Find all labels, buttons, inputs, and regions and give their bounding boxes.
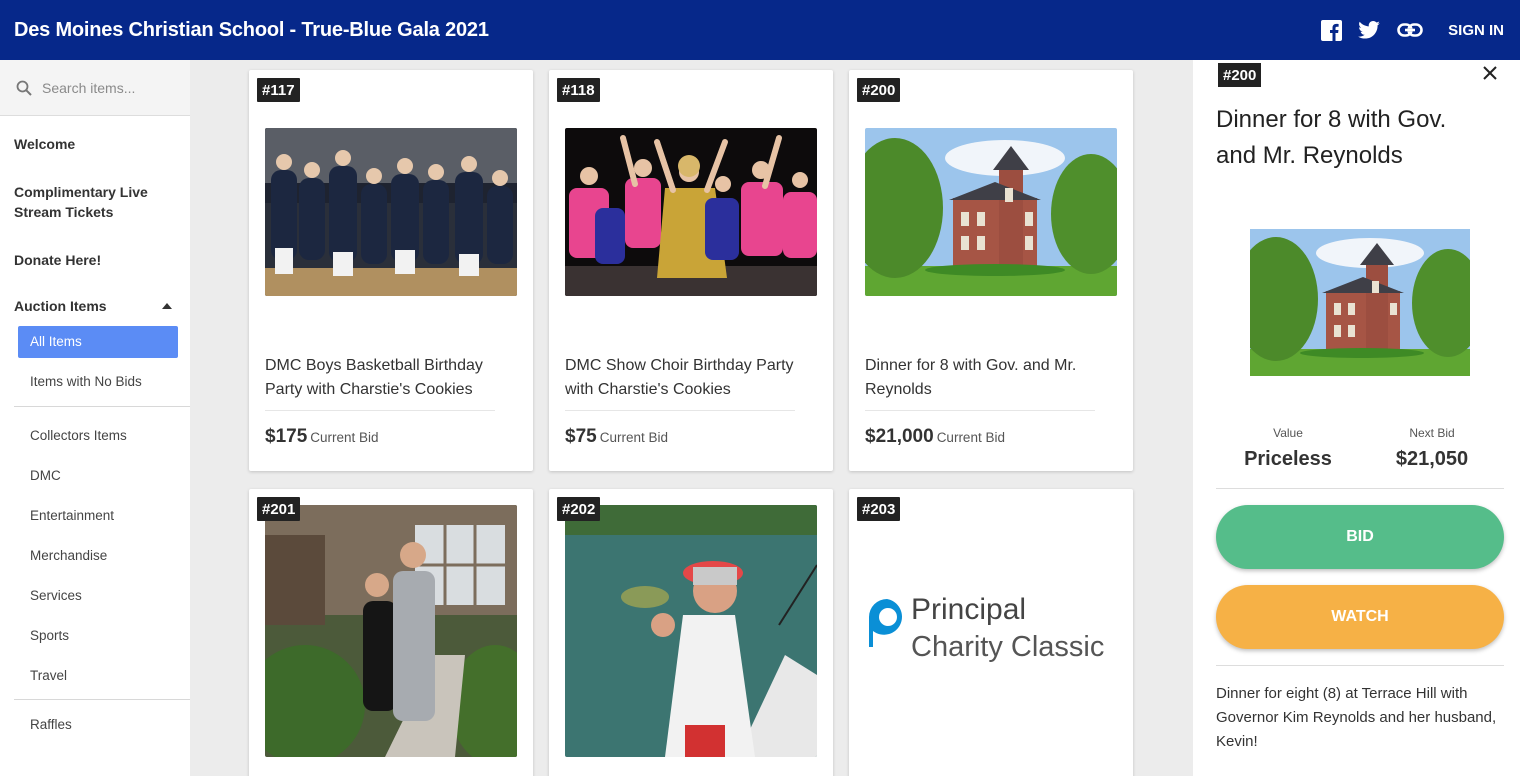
item-number-badge: #118 (557, 78, 600, 102)
nav-category-dmc[interactable]: DMC (0, 456, 190, 496)
current-bid: $21,000 Current Bid (865, 426, 1005, 448)
item-photo-terrace-hill (865, 128, 1117, 296)
bid-amount: $75 (565, 426, 597, 447)
item-card[interactable]: #200 Dinner for 8 with Gov. and Mr. Reyn… (849, 70, 1133, 471)
item-number-badge: #117 (257, 78, 300, 102)
nav-category-sports[interactable]: Sports (0, 616, 190, 656)
nav-welcome[interactable]: Welcome (0, 134, 190, 154)
card-divider (265, 410, 495, 411)
twitter-icon[interactable] (1358, 19, 1380, 41)
facebook-icon[interactable] (1320, 19, 1342, 41)
item-number-badge: #201 (257, 497, 301, 521)
nav-live-stream-tickets[interactable]: Complimentary Live Stream Tickets (0, 182, 190, 222)
item-card[interactable]: #117 DMC Boys Basketball Birthday Party … (249, 70, 533, 471)
item-card[interactable]: #202 (549, 489, 833, 776)
nav-raffles[interactable]: Raffles (0, 700, 190, 744)
nav-all-items[interactable]: All Items (18, 326, 178, 358)
item-grid: #117 DMC Boys Basketball Birthday Party … (190, 60, 1193, 776)
item-number-badge: #203 (857, 497, 901, 521)
event-title: Des Moines Christian School - True-Blue … (14, 18, 489, 41)
next-bid-stat: Next Bid $21,050 (1372, 426, 1492, 471)
caret-up-icon (162, 303, 172, 309)
sign-in-button[interactable]: SIGN IN (1448, 22, 1504, 39)
search-icon (16, 80, 32, 96)
item-number-badge: #202 (557, 497, 601, 521)
bid-amount: $175 (265, 426, 308, 447)
principal-logo-line1: Principal (911, 593, 1027, 626)
principal-logo-line2: Charity Classic (911, 631, 1105, 663)
bid-label: Current Bid (936, 430, 1005, 445)
item-photo-basketball-team (265, 128, 517, 296)
principal-logo: Principal Charity Classic (867, 593, 1117, 683)
item-number-badge: #200 (857, 78, 901, 102)
current-bid: $75 Current Bid (565, 426, 668, 448)
panel-divider (1216, 488, 1504, 489)
item-title: Dinner for 8 with Gov. and Mr. Reynolds (865, 357, 1077, 398)
item-description: Dinner for eight (8) at Terrace Hill wit… (1216, 685, 1497, 750)
nav-category-merchandise[interactable]: Merchandise (0, 536, 190, 576)
sidebar: Welcome Complimentary Live Stream Ticket… (0, 60, 190, 776)
nav-auction-items[interactable]: Auction Items (0, 298, 190, 314)
search-bar (0, 60, 190, 116)
search-input[interactable] (42, 79, 182, 96)
next-bid-amount: $21,050 (1395, 448, 1469, 470)
value-amount: Priceless (1244, 448, 1332, 470)
detail-item-number-badge: #200 (1218, 63, 1262, 87)
value-label: Value (1273, 426, 1303, 440)
item-photo-couple (265, 505, 517, 757)
item-card[interactable]: #201 (249, 489, 533, 776)
item-title: DMC Boys Basketball Birthday Party with … (265, 357, 483, 398)
bid-button[interactable]: BID (1216, 505, 1504, 569)
card-divider (565, 410, 795, 411)
detail-photo-terrace-hill (1250, 229, 1470, 376)
next-bid-label: Next Bid (1409, 426, 1455, 440)
item-card[interactable]: #203 Principal Charity Classic (849, 489, 1133, 776)
nav-donate[interactable]: Donate Here! (0, 250, 190, 270)
bid-label: Current Bid (599, 430, 668, 445)
nav-category-collectors[interactable]: Collectors Items (0, 416, 190, 456)
detail-title: Dinner for 8 with Gov. and Mr. Reynolds (1216, 106, 1447, 169)
value-stat: Value Priceless (1228, 426, 1348, 471)
item-photo-show-choir (565, 128, 817, 296)
nav-items-no-bids[interactable]: Items with No Bids (0, 366, 190, 398)
bid-label: Current Bid (310, 430, 379, 445)
nav-category-services[interactable]: Services (0, 576, 190, 616)
nav-category-travel[interactable]: Travel (0, 656, 190, 696)
item-photo-fishing (565, 505, 817, 757)
current-bid: $175 Current Bid (265, 426, 379, 448)
card-divider (865, 410, 1095, 411)
category-list: Collectors Items DMC Entertainment Merch… (0, 407, 190, 696)
link-icon[interactable] (1396, 19, 1424, 41)
bid-amount: $21,000 (865, 426, 934, 447)
principal-logo-icon (869, 599, 902, 647)
close-icon[interactable] (1481, 64, 1503, 86)
item-detail-panel: #200 Dinner for 8 with Gov. and Mr. Reyn… (1193, 60, 1520, 776)
item-title: DMC Show Choir Birthday Party with Chars… (565, 357, 794, 398)
nav-auction-items-label: Auction Items (14, 298, 107, 314)
top-header: Des Moines Christian School - True-Blue … (0, 0, 1520, 60)
item-card[interactable]: #118 DMC Show Choir Birthday Party with … (549, 70, 833, 471)
nav-category-entertainment[interactable]: Entertainment (0, 496, 190, 536)
watch-button[interactable]: WATCH (1216, 585, 1504, 649)
panel-divider (1216, 665, 1504, 666)
